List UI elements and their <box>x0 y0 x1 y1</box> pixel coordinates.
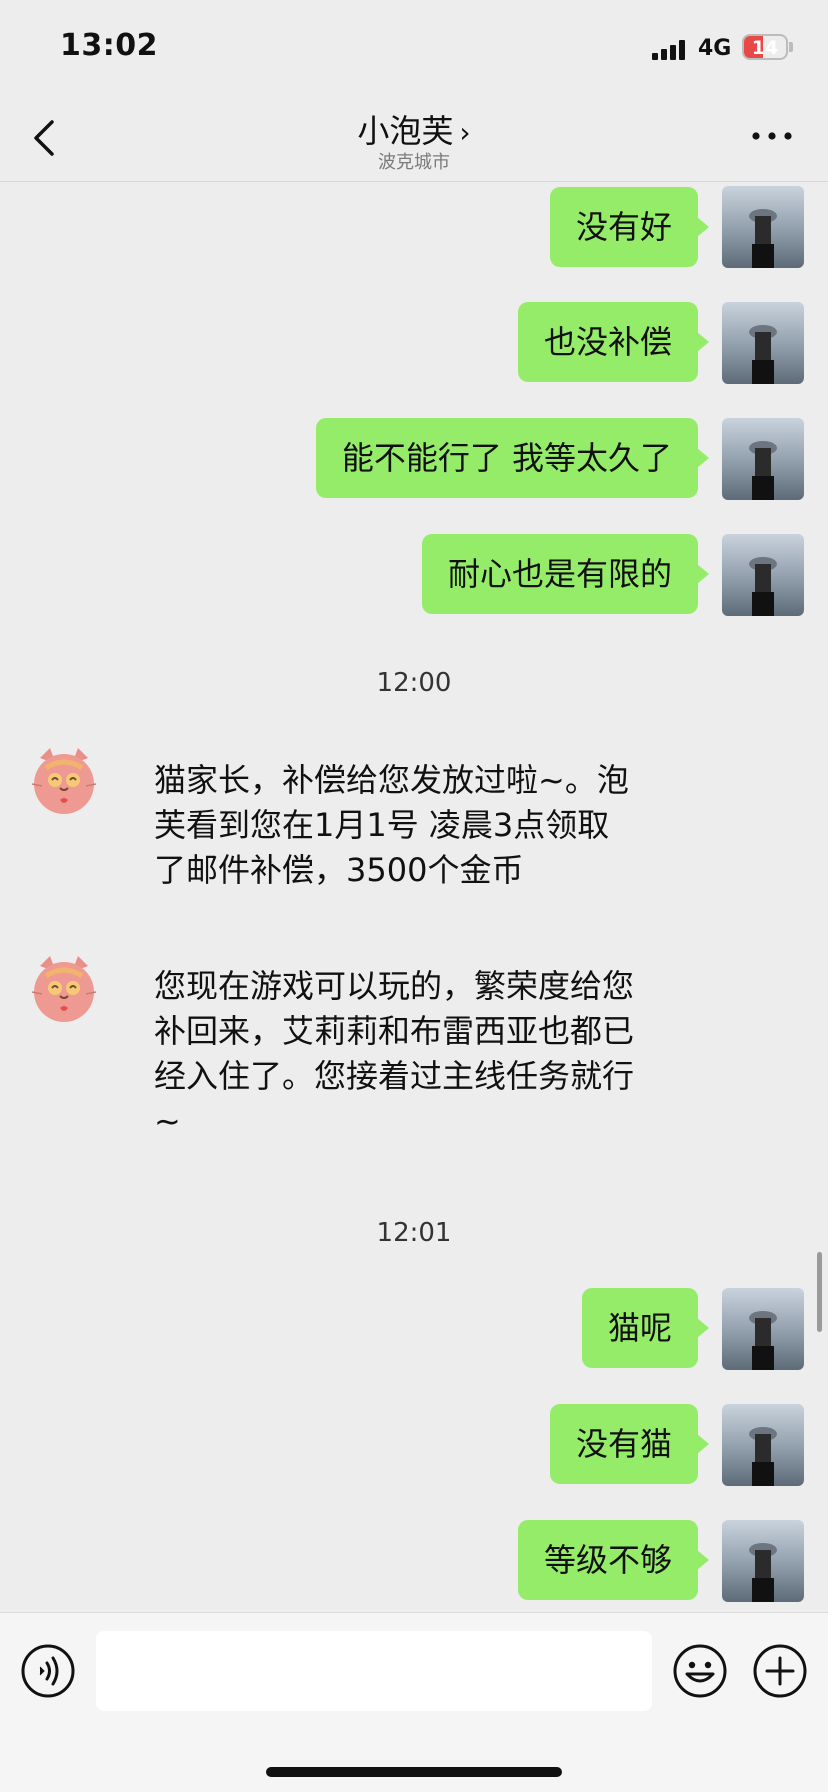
emoji-icon[interactable] <box>672 1643 728 1699</box>
outgoing-bubble[interactable]: 等级不够 <box>517 1520 710 1600</box>
incoming-message[interactable]: 猫家长，补偿给您发放过啦~。泡 芙看到您在1月1号 凌晨3点领取 了邮件补偿，3… <box>154 758 694 893</box>
chat-area[interactable]: 没有好 也没补偿 能不能行了 我等太久了 耐心也是有限的 12:00 猫家长，补… <box>0 182 828 1612</box>
chevron-right-icon: › <box>459 116 471 149</box>
contact-name: 小泡芙 <box>357 112 454 150</box>
signal-icon <box>652 40 688 60</box>
my-avatar[interactable] <box>722 1288 804 1370</box>
outgoing-bubble[interactable]: 耐心也是有限的 <box>421 534 710 614</box>
timestamp: 12:01 <box>376 1218 452 1248</box>
chat-header: 小泡芙 › 波克城市 <box>0 92 828 182</box>
message-line: ~ <box>154 1102 181 1140</box>
chat-subtitle: 波克城市 <box>378 152 450 173</box>
message-line: 了邮件补偿，3500个金币 <box>154 851 524 889</box>
scrollbar-thumb[interactable] <box>817 1252 822 1332</box>
status-time: 13:02 <box>60 28 158 63</box>
message-line: 您现在游戏可以玩的，繁荣度给您 <box>154 967 635 1005</box>
my-avatar[interactable] <box>722 302 804 384</box>
outgoing-bubble[interactable]: 也没补偿 <box>517 302 710 382</box>
voice-icon[interactable] <box>20 1643 76 1699</box>
more-dots-icon[interactable] <box>750 126 794 146</box>
plus-icon[interactable] <box>752 1643 808 1699</box>
battery-level: 14 <box>751 37 779 59</box>
contact-avatar[interactable] <box>24 950 104 1030</box>
battery-cap <box>789 42 793 52</box>
outgoing-bubble[interactable]: 没有猫 <box>549 1404 710 1484</box>
incoming-message[interactable]: 您现在游戏可以玩的，繁荣度给您 补回来，艾莉莉和布雷西亚也都已 经入住了。您接着… <box>154 964 694 1144</box>
message-line: 补回来，艾莉莉和布雷西亚也都已 <box>154 1012 635 1050</box>
network-type: 4G <box>698 36 732 61</box>
home-indicator <box>266 1767 562 1777</box>
message-line: 芙看到您在1月1号 凌晨3点领取 <box>154 806 610 844</box>
message-line: 经入住了。您接着过主线任务就行 <box>154 1057 635 1095</box>
input-bar <box>0 1612 828 1792</box>
my-avatar[interactable] <box>722 1404 804 1486</box>
outgoing-bubble[interactable]: 猫呢 <box>581 1288 710 1368</box>
my-avatar[interactable] <box>722 534 804 616</box>
my-avatar[interactable] <box>722 186 804 268</box>
my-avatar[interactable] <box>722 1520 804 1602</box>
outgoing-bubble[interactable]: 没有好 <box>549 187 710 267</box>
message-line: 猫家长，补偿给您发放过啦~。泡 <box>154 761 629 799</box>
outgoing-bubble[interactable]: 能不能行了 我等太久了 <box>315 418 710 498</box>
contact-avatar[interactable] <box>24 742 104 822</box>
battery-icon: 14 <box>742 34 788 60</box>
status-bar: 13:02 4G 14 <box>0 0 828 92</box>
chat-title[interactable]: 小泡芙 › <box>0 106 828 152</box>
message-input[interactable] <box>96 1631 652 1711</box>
my-avatar[interactable] <box>722 418 804 500</box>
timestamp: 12:00 <box>376 668 452 698</box>
